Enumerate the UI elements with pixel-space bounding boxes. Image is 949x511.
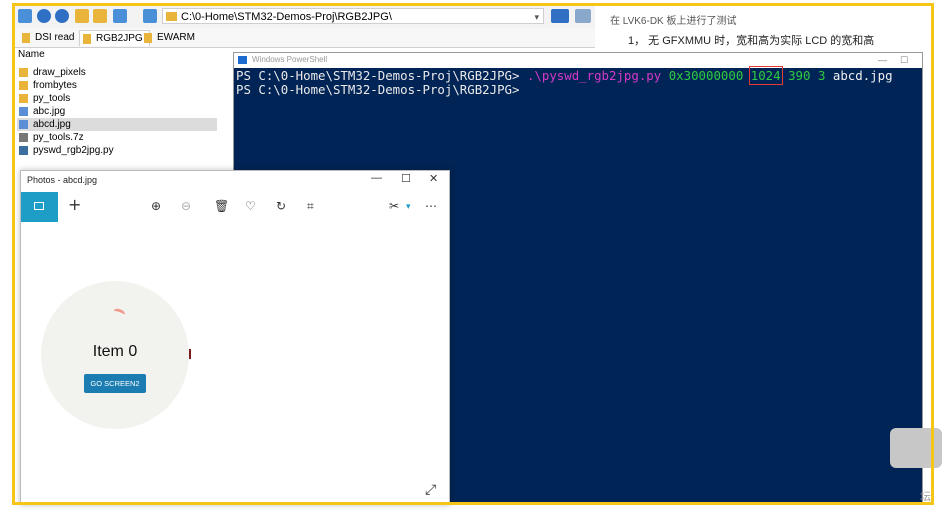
filter-icon[interactable] [575,9,591,23]
folder-icon [19,81,28,90]
arg-file: abcd.jpg [832,68,893,83]
arg-width: 1024 [748,66,783,85]
file-name: draw_pixels [33,67,86,78]
rotate-icon[interactable]: ↻ [276,199,286,213]
tab-label: DSI read [35,32,75,43]
powershell-titlebar: Windows PowerShell — ☐ [234,53,922,67]
minimize-icon[interactable]: — [371,172,382,184]
address-bar[interactable]: C:\0-Home\STM32-Demos-Proj\RGB2JPG\ ▾ [162,8,544,24]
column-label: Name [18,49,45,60]
tab-label: EWARM [157,32,195,43]
back-icon[interactable] [37,9,51,23]
command-text: .\pyswd_rgb2jpg.py [526,68,662,83]
folder-icon [22,33,30,43]
close-icon[interactable]: ✕ [429,172,438,185]
background-shape [890,428,942,468]
folder-icon [166,12,177,21]
image-file-icon [19,120,28,129]
add-icon[interactable]: + [68,195,81,214]
folder-icon [19,68,28,77]
photos-toolbar: + ⊕ ⊖ 🗑 ♡ ↻ ⌗ ✂ ▾ ⋯ [21,192,449,222]
minimize-icon[interactable]: — [878,53,887,67]
console-line: PS C:\0-Home\STM32-Demos-Proj\RGB2JPG> [236,83,519,97]
python-file-icon [19,146,28,155]
archive-file-icon [19,133,28,142]
arc-widget: Item 0 GO SCREEN2 [41,281,189,429]
list-item[interactable]: abcd.jpg [17,118,217,131]
tab-rgb2jpg[interactable]: RGB2JPG [79,30,150,46]
scroll-marker [189,349,191,359]
expand-icon[interactable]: ⤢ [425,481,436,498]
chevron-down-icon[interactable]: ▾ [406,202,411,212]
explorer-toolbar: C:\0-Home\STM32-Demos-Proj\RGB2JPG\ ▾ [15,6,595,29]
refresh-icon[interactable] [143,9,157,23]
favorite-icon[interactable]: ♡ [245,199,256,213]
console-line: PS C:\0-Home\STM32-Demos-Proj\RGB2JPG> .… [236,66,893,85]
edit-icon[interactable]: ✂ [389,199,399,213]
arg-address: 0x30000000 [668,68,744,83]
folder-icon [19,94,28,103]
layout-icon[interactable] [113,9,127,23]
list-item[interactable]: abc.jpg [17,105,217,118]
address-text: C:\0-Home\STM32-Demos-Proj\RGB2JPG\ [181,11,392,23]
window-title: Photos - abcd.jpg [27,175,98,185]
prompt-text: PS C:\0-Home\STM32-Demos-Proj\RGB2JPG> [236,82,520,97]
go-screen2-button[interactable]: GO SCREEN2 [84,374,146,393]
arg-height: 390 [788,68,811,83]
image-icon [34,202,44,210]
doc-line: 在 LVK6-DK 板上进行了测试 [610,16,737,27]
photos-window: Photos - abcd.jpg — ☐ ✕ + ⊕ ⊖ 🗑 ♡ ↻ ⌗ ✂ … [20,170,450,505]
forward-icon[interactable] [55,9,69,23]
file-name: py_tools [33,93,71,104]
more-icon[interactable]: ⋯ [425,199,437,213]
maximize-icon[interactable]: ☐ [900,53,908,67]
list-item[interactable]: pyswd_rgb2jpg.py [17,144,217,157]
file-name: pyswd_rgb2jpg.py [33,145,114,156]
tab-ewarm[interactable]: EWARM [141,30,201,45]
file-name: abcd.jpg [33,119,71,130]
arg-mode: 3 [817,68,826,83]
list-item[interactable]: draw_pixels [17,66,217,79]
item-label: Item 0 [92,343,138,360]
list-item[interactable]: py_tools.7z [17,131,217,144]
doc-line: 1， 无 GFXMMU 时，宽和高为实际 LCD 的宽和高 [628,35,875,47]
explorer-tabs: DSI read RGB2JPG EWARM [15,28,595,48]
list-item[interactable]: py_tools [17,92,217,105]
file-name: frombytes [33,80,77,91]
delete-icon[interactable]: 🗑 [214,199,229,213]
document-background: 在 LVK6-DK 板上进行了测试 1， 无 GFXMMU 时，宽和高为实际 L… [596,6,926,52]
zoom-out-icon[interactable]: ⊖ [181,199,191,213]
folder-icon [83,34,91,44]
file-list: draw_pixels frombytes py_tools abc.jpg a… [17,66,217,157]
view-mode-icon[interactable] [551,9,569,23]
tab-dsi-read[interactable]: DSI read [19,30,80,45]
image-view-button[interactable] [21,192,58,222]
powershell-icon [238,56,247,64]
file-name: py_tools.7z [33,132,84,143]
up-icon[interactable] [75,9,89,23]
column-header-name[interactable]: Name [15,48,235,62]
window-title: Windows PowerShell [252,55,328,64]
crop-icon[interactable]: ⌗ [307,199,314,214]
file-name: abc.jpg [33,106,66,117]
watermark-text: 坛 [920,491,931,503]
new-folder-icon[interactable] [93,9,107,23]
list-item[interactable]: frombytes [17,79,217,92]
tab-label: RGB2JPG [96,33,143,44]
folder-icon [144,33,152,43]
maximize-icon[interactable]: ☐ [401,172,411,185]
zoom-in-icon[interactable]: ⊕ [151,199,161,213]
image-file-icon [19,107,28,116]
chevron-down-icon[interactable]: ▾ [534,9,539,25]
spinner-arc [111,307,127,319]
view-icon[interactable] [18,9,32,23]
prompt-text: PS C:\0-Home\STM32-Demos-Proj\RGB2JPG> [236,68,527,83]
